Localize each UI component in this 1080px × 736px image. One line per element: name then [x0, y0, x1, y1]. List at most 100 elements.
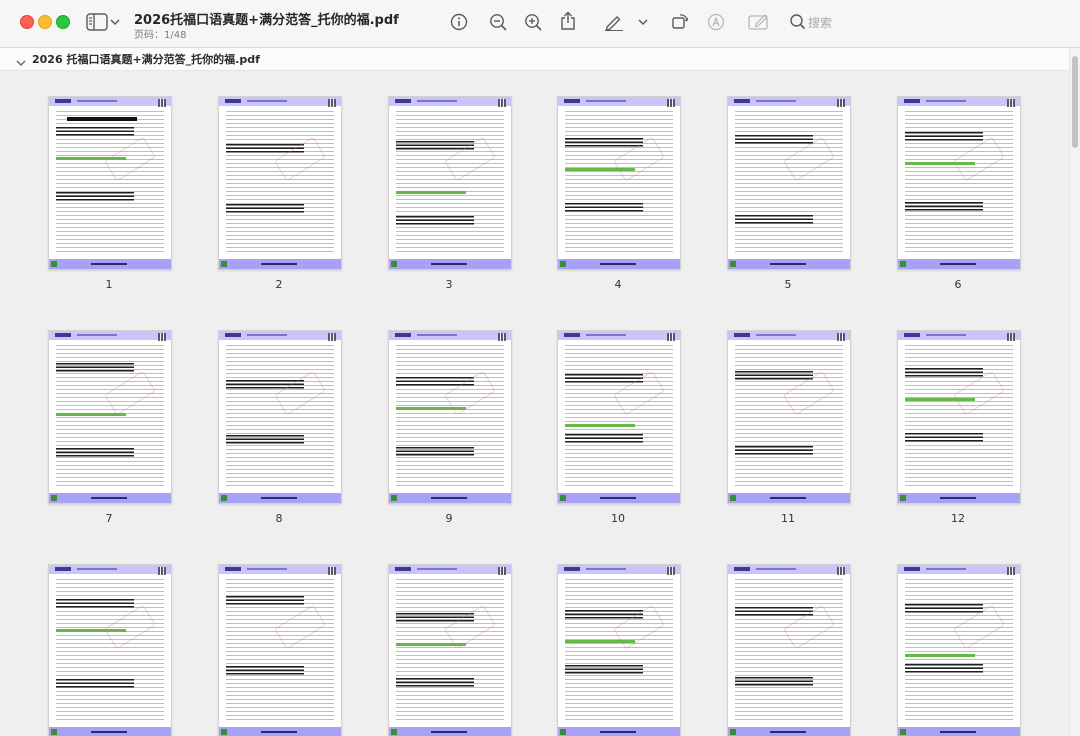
page-footer-band: [558, 727, 680, 736]
page-preview[interactable]: [48, 564, 172, 736]
zoom-window-button[interactable]: [56, 15, 70, 29]
page-preview[interactable]: [897, 96, 1021, 270]
page-footer-band: [49, 727, 171, 736]
page-thumbnail[interactable]: 2: [218, 96, 342, 291]
question-text-block: [565, 203, 643, 213]
page-preview[interactable]: [388, 330, 512, 504]
page-preview[interactable]: [218, 96, 342, 270]
page-preview[interactable]: [557, 96, 681, 270]
page-number-label: 7: [105, 512, 113, 525]
close-window-button[interactable]: [20, 15, 34, 29]
sidebar-icon[interactable]: [86, 12, 108, 32]
page-preview[interactable]: [48, 96, 172, 270]
page-thumbnail[interactable]: 5: [727, 96, 851, 291]
page-number-label: 10: [611, 512, 625, 525]
qr-code-icon: [837, 567, 845, 575]
question-text-block: [735, 371, 813, 381]
question-text-block: [396, 678, 474, 688]
page-footer-band: [49, 493, 171, 503]
share-icon[interactable]: [558, 10, 578, 32]
question-text-block: [56, 448, 134, 458]
zoom-out-icon[interactable]: [488, 12, 508, 32]
markup-icon[interactable]: [706, 12, 726, 32]
qr-code-icon: [498, 567, 506, 575]
page-preview[interactable]: [218, 330, 342, 504]
page-thumbnail[interactable]: 3: [388, 96, 512, 291]
page-footer-band: [898, 259, 1020, 269]
page-preview[interactable]: [388, 96, 512, 270]
page-header-band: [898, 331, 1020, 340]
qr-code-icon: [158, 333, 166, 341]
question-text-block: [226, 204, 304, 214]
page-header-band: [898, 97, 1020, 106]
pen-icon[interactable]: [603, 12, 625, 32]
page-number-label: 11: [781, 512, 795, 525]
page-number-label: 4: [614, 278, 622, 291]
chevron-down-icon[interactable]: [110, 16, 120, 28]
page-footer-band: [219, 259, 341, 269]
document-section-header[interactable]: 2026 托福口语真题+满分范答_托你的福.pdf: [0, 48, 1070, 71]
page-text-lines: [905, 579, 1013, 723]
question-text-block: [226, 666, 304, 676]
qr-code-icon: [837, 333, 845, 341]
page-preview[interactable]: [897, 564, 1021, 736]
chevron-down-icon[interactable]: [16, 53, 26, 67]
question-text-block: [56, 192, 134, 202]
page-number-label: 12: [951, 512, 965, 525]
page-preview[interactable]: [727, 96, 851, 270]
page-preview[interactable]: [727, 564, 851, 736]
page-preview[interactable]: [48, 330, 172, 504]
form-icon[interactable]: [747, 12, 771, 32]
question-text-block: [735, 215, 813, 225]
vertical-scrollbar[interactable]: [1069, 48, 1080, 736]
rotate-icon[interactable]: [670, 11, 690, 31]
chevron-down-icon[interactable]: [638, 16, 648, 28]
page-preview[interactable]: [388, 564, 512, 736]
page-header-band: [219, 565, 341, 574]
page-thumbnail[interactable]: 14: [218, 564, 342, 736]
title-bar: 2026托福口语真题+满分范答_托你的福.pdf 页码：1/48: [0, 0, 1080, 48]
page-thumbnail[interactable]: 10: [557, 330, 681, 525]
question-text-block: [905, 202, 983, 212]
page-thumbnail[interactable]: 18: [897, 564, 1021, 736]
question-text-block: [565, 665, 643, 675]
page-preview[interactable]: [557, 564, 681, 736]
qr-code-icon: [1007, 333, 1015, 341]
page-thumbnail[interactable]: 11: [727, 330, 851, 525]
page-text-lines: [565, 579, 673, 723]
page-thumbnail[interactable]: 15: [388, 564, 512, 736]
page-preview[interactable]: [218, 564, 342, 736]
question-text-block: [905, 132, 983, 142]
scrollbar-thumb[interactable]: [1072, 56, 1078, 148]
page-header-band: [558, 97, 680, 106]
page-thumbnail[interactable]: 16: [557, 564, 681, 736]
question-text-block: [226, 596, 304, 606]
page-thumbnail[interactable]: 9: [388, 330, 512, 525]
page-text-lines: [565, 345, 673, 489]
search-icon[interactable]: [788, 12, 808, 32]
question-text-block: [565, 434, 643, 444]
page-header-band: [389, 97, 511, 106]
page-text-lines: [226, 111, 334, 255]
page-footer-band: [49, 259, 171, 269]
page-thumbnail[interactable]: 7: [48, 330, 172, 525]
question-text-block: [735, 677, 813, 687]
page-thumbnail[interactable]: 4: [557, 96, 681, 291]
page-thumbnail[interactable]: 1: [48, 96, 172, 291]
page-preview[interactable]: [727, 330, 851, 504]
page-header-band: [219, 331, 341, 340]
search-input[interactable]: [808, 14, 888, 32]
page-preview[interactable]: [557, 330, 681, 504]
page-footer-band: [728, 259, 850, 269]
page-thumbnail[interactable]: 13: [48, 564, 172, 736]
page-header-band: [49, 565, 171, 574]
page-thumbnail[interactable]: 12: [897, 330, 1021, 525]
page-thumbnail[interactable]: 6: [897, 96, 1021, 291]
page-footer-band: [389, 259, 511, 269]
minimize-window-button[interactable]: [38, 15, 52, 29]
page-thumbnail[interactable]: 8: [218, 330, 342, 525]
page-thumbnail[interactable]: 17: [727, 564, 851, 736]
page-preview[interactable]: [897, 330, 1021, 504]
info-icon[interactable]: [449, 12, 469, 32]
zoom-in-icon[interactable]: [523, 12, 543, 32]
